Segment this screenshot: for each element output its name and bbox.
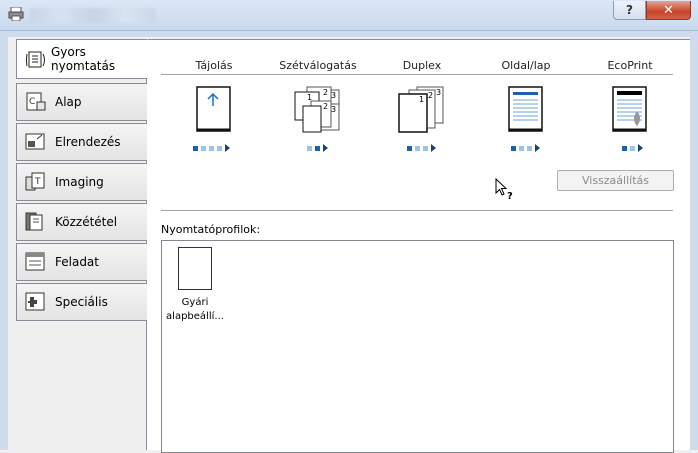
pages-per-sheet-icon[interactable] xyxy=(507,86,545,134)
sidebar: Gyors nyomtatás C Alap Elrendezés T Imag… xyxy=(16,39,148,450)
profile-page-icon xyxy=(178,247,212,290)
divider xyxy=(161,210,673,211)
help-button[interactable]: ? xyxy=(613,1,646,20)
imaging-icon: T xyxy=(25,172,45,191)
layout-icon xyxy=(25,133,45,150)
window-frame xyxy=(690,31,698,450)
svg-text:T: T xyxy=(34,177,41,187)
publishing-icon xyxy=(25,212,43,231)
window-frame xyxy=(0,31,8,450)
ecoprint-header: EcoPrint xyxy=(607,59,653,72)
quick-print-icon xyxy=(26,51,45,68)
duplex-header: Duplex xyxy=(402,59,442,72)
ecoprint-icon[interactable] xyxy=(611,86,649,134)
pages-per-sheet-header: Oldal/lap xyxy=(501,59,551,72)
duplex-selector[interactable] xyxy=(407,141,439,152)
job-icon xyxy=(25,252,45,271)
orientation-header: Tájolás xyxy=(195,59,233,72)
profile-name: Gyári xyxy=(181,297,209,308)
svg-text:2: 2 xyxy=(428,91,433,100)
tab-label: Imaging xyxy=(55,175,104,189)
title-bar: ? ✕ xyxy=(0,0,698,31)
help-cursor-icon: ? xyxy=(495,178,513,202)
quick-print-panel: Tájolás Szétválogatás Duplex Oldal/lap E… xyxy=(147,39,690,453)
divider xyxy=(161,74,673,75)
tab-label: Elrendezés xyxy=(55,135,121,149)
profiles-list[interactable]: Gyári alapbeállí... xyxy=(161,240,674,453)
orientation-selector[interactable] xyxy=(193,141,233,152)
tab-quick-print[interactable]: Gyors nyomtatás xyxy=(16,39,148,79)
tab-basic[interactable]: C Alap xyxy=(16,83,147,121)
dialog-client: Gyors nyomtatás C Alap Elrendezés T Imag… xyxy=(8,37,690,453)
collate-icon[interactable]: 3 2 1 3 2 xyxy=(293,86,341,134)
svg-text:C: C xyxy=(29,97,35,107)
profiles-label: Nyomtatóprofilok: xyxy=(161,223,261,236)
collate-selector[interactable] xyxy=(307,141,331,152)
window-title xyxy=(30,8,156,23)
svg-text:?: ? xyxy=(507,191,513,202)
tab-imaging[interactable]: T Imaging xyxy=(16,163,147,201)
svg-text:2: 2 xyxy=(323,102,328,111)
svg-text:1: 1 xyxy=(419,95,424,104)
duplex-icon[interactable]: 3 2 1 xyxy=(397,86,445,134)
advanced-icon xyxy=(25,292,45,311)
svg-text:3: 3 xyxy=(331,105,336,114)
tab-label: Közzététel xyxy=(55,215,118,229)
tab-label: Feladat xyxy=(55,255,99,269)
tab-label: Alap xyxy=(55,95,82,109)
pages-per-sheet-selector[interactable] xyxy=(511,141,543,152)
tab-label: nyomtatás xyxy=(51,59,116,73)
profile-name: alapbeállí... xyxy=(166,311,224,322)
printer-icon xyxy=(8,7,24,21)
tab-label: Speciális xyxy=(55,295,108,309)
svg-text:2: 2 xyxy=(323,88,328,97)
basic-icon: C xyxy=(26,92,46,111)
svg-text:3: 3 xyxy=(331,91,336,100)
close-button[interactable]: ✕ xyxy=(646,1,691,20)
ecoprint-selector[interactable] xyxy=(622,141,646,152)
reset-button[interactable]: Visszaállítás xyxy=(557,170,674,191)
tab-job[interactable]: Feladat xyxy=(16,243,147,281)
tab-label: Gyors xyxy=(51,45,86,59)
svg-text:3: 3 xyxy=(436,88,441,97)
collate-header: Szétválogatás xyxy=(279,59,357,72)
tab-advanced[interactable]: Speciális xyxy=(16,283,147,321)
tab-publishing[interactable]: Közzététel xyxy=(16,203,147,241)
tab-layout[interactable]: Elrendezés xyxy=(16,123,147,161)
orientation-icon[interactable] xyxy=(195,86,233,134)
